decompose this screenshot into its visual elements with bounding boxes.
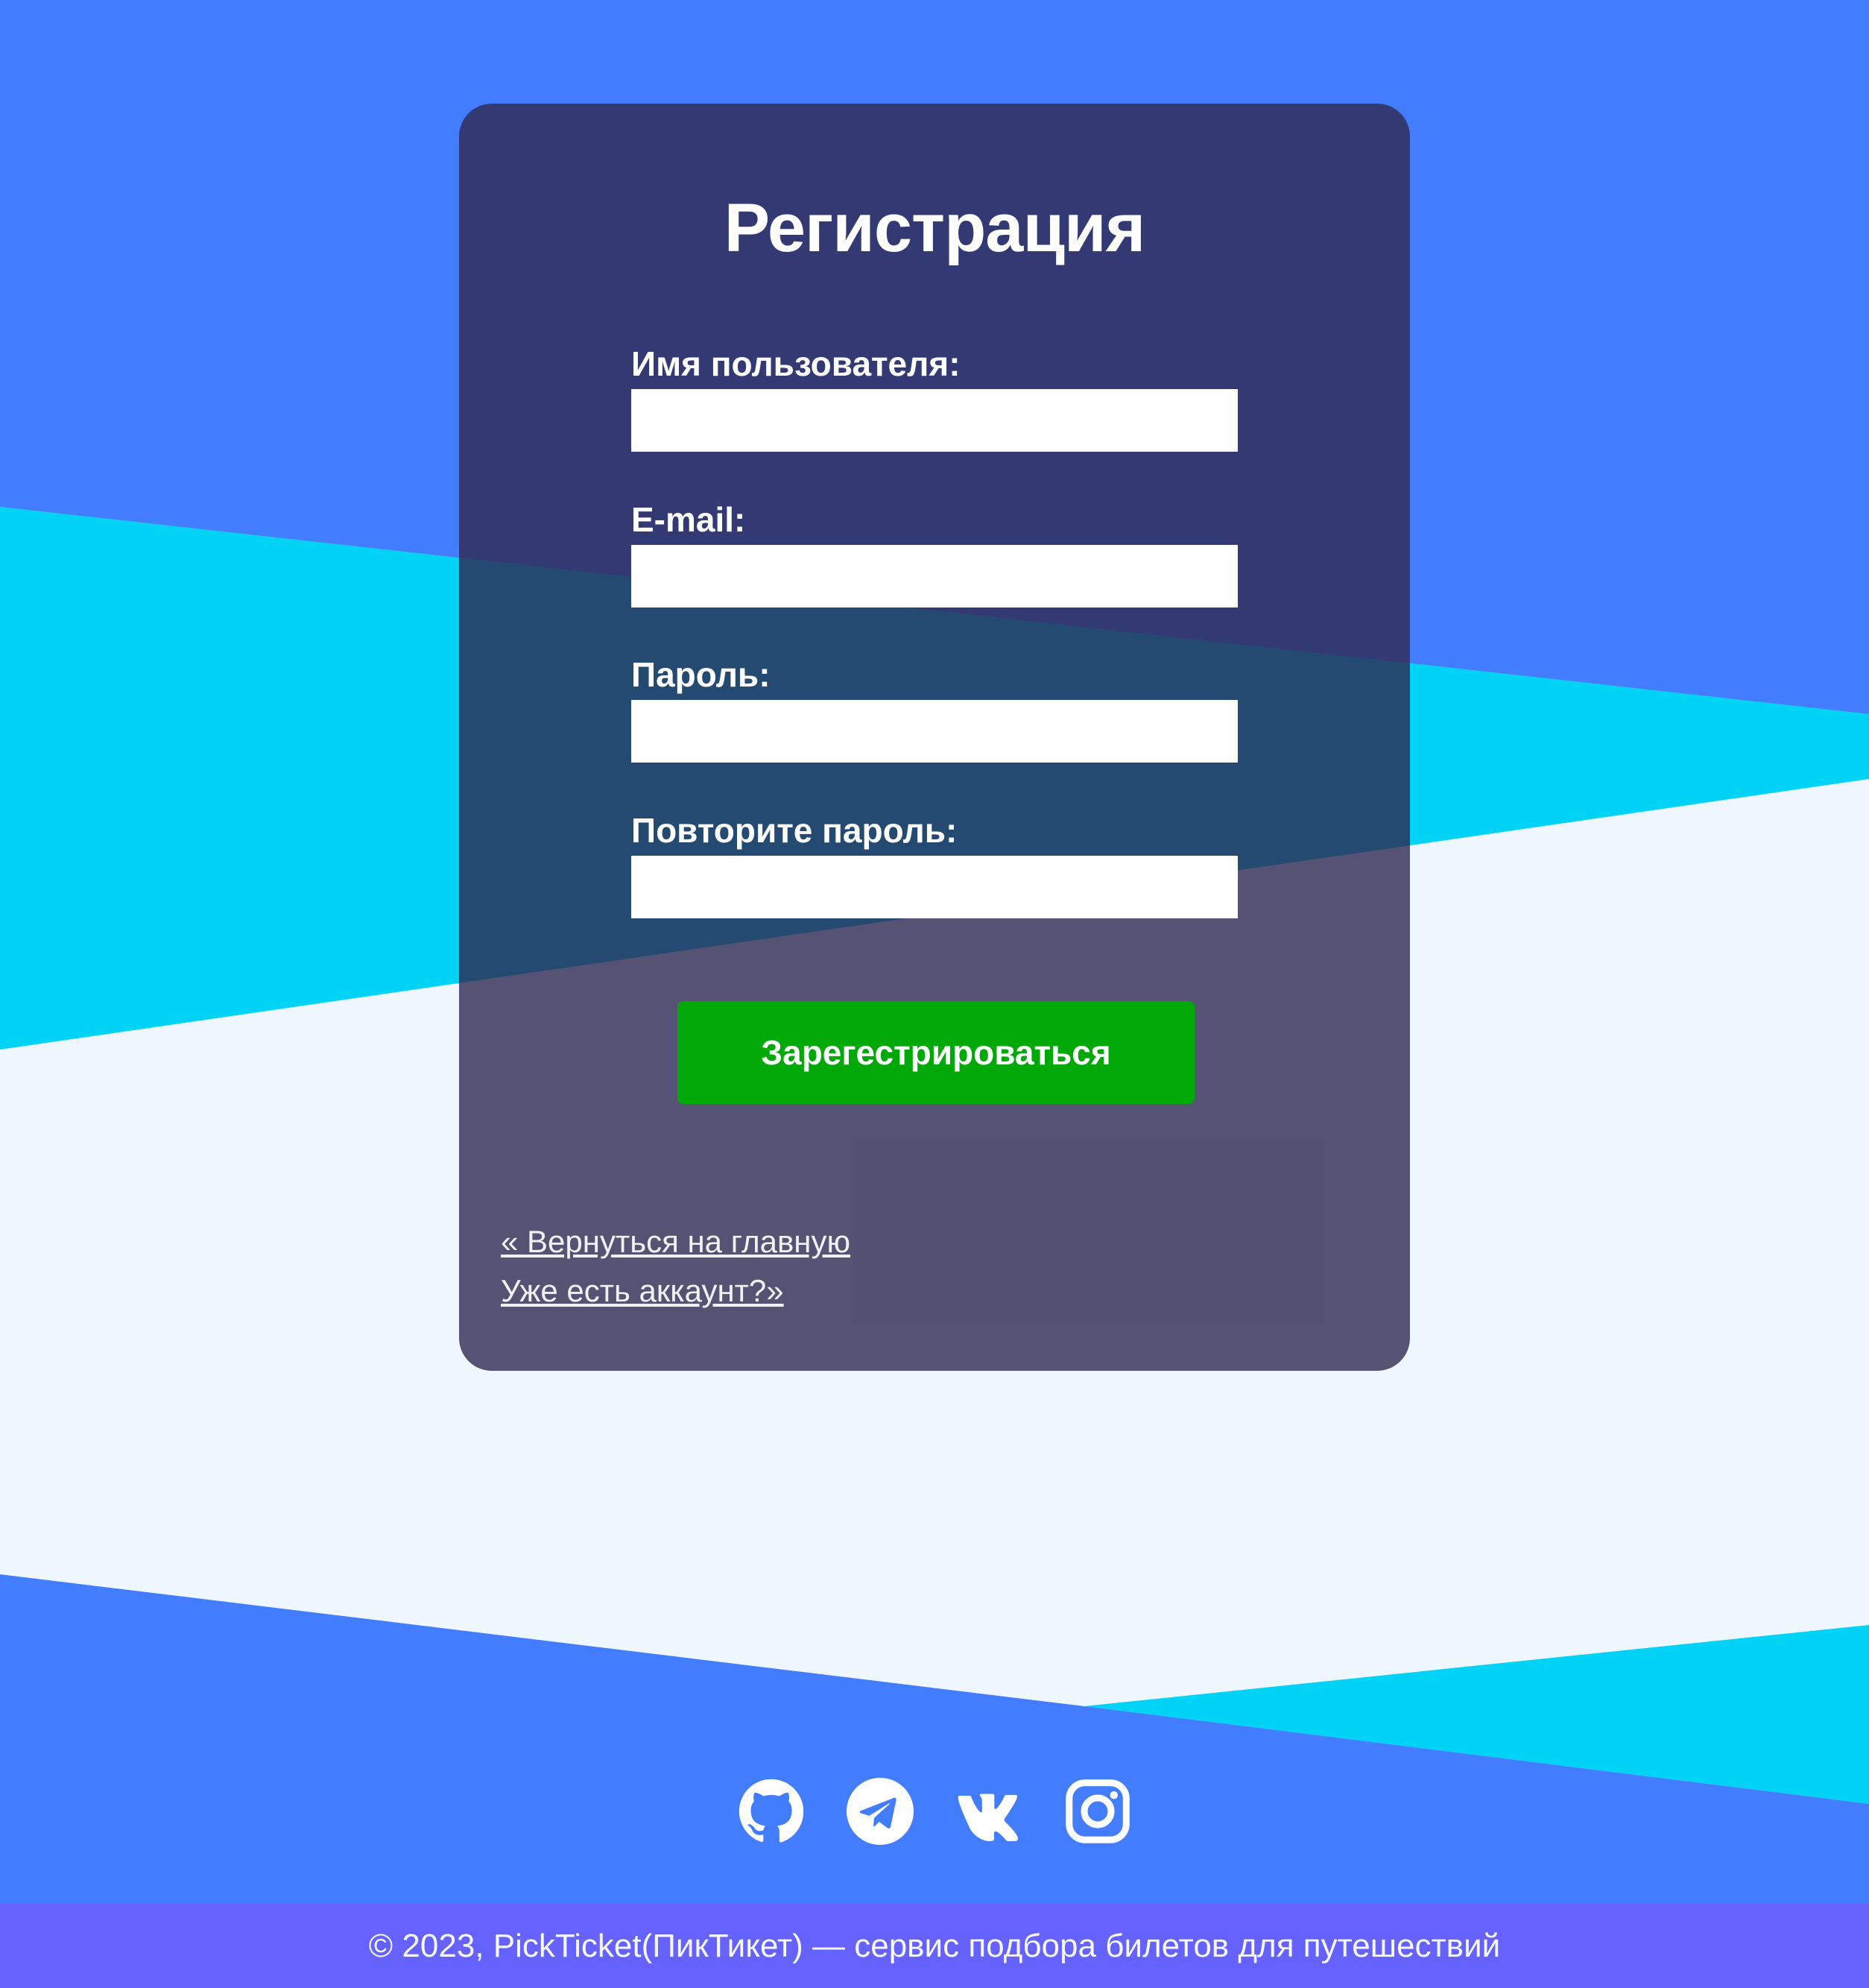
back-to-home-link[interactable]: « Вернуться на главную — [501, 1223, 850, 1260]
email-input[interactable] — [631, 545, 1238, 608]
username-input[interactable] — [631, 389, 1238, 452]
have-account-link[interactable]: Уже есть аккаунт?» — [501, 1272, 784, 1310]
register-button[interactable]: Зарегестрироваться — [677, 1001, 1195, 1104]
social-links — [0, 1778, 1869, 1846]
password-input[interactable] — [631, 700, 1238, 763]
footer: © 2023, PickTicket(ПикТикет) — сервис по… — [0, 1904, 1869, 1988]
repeat-password-label: Повторите пароль: — [631, 811, 958, 850]
email-label: E-mail: — [631, 500, 746, 539]
registration-card: Регистрация Имя пользователя: E-mail: Па… — [459, 104, 1410, 1371]
github-icon — [739, 1779, 804, 1843]
username-label: Имя пользователя: — [631, 344, 961, 383]
footer-copyright: © 2023, PickTicket(ПикТикет) — сервис по… — [368, 1927, 1501, 1964]
instagram-icon — [1066, 1779, 1130, 1843]
vk-link[interactable] — [955, 1778, 1022, 1845]
password-label: Пароль: — [631, 655, 771, 694]
github-link[interactable] — [738, 1778, 805, 1845]
instagram-link[interactable] — [1064, 1778, 1131, 1845]
page-title: Регистрация — [724, 190, 1146, 266]
repeat-password-input[interactable] — [631, 856, 1238, 918]
telegram-icon — [847, 1778, 914, 1845]
telegram-link[interactable] — [847, 1778, 914, 1845]
vk-icon — [958, 1793, 1019, 1841]
